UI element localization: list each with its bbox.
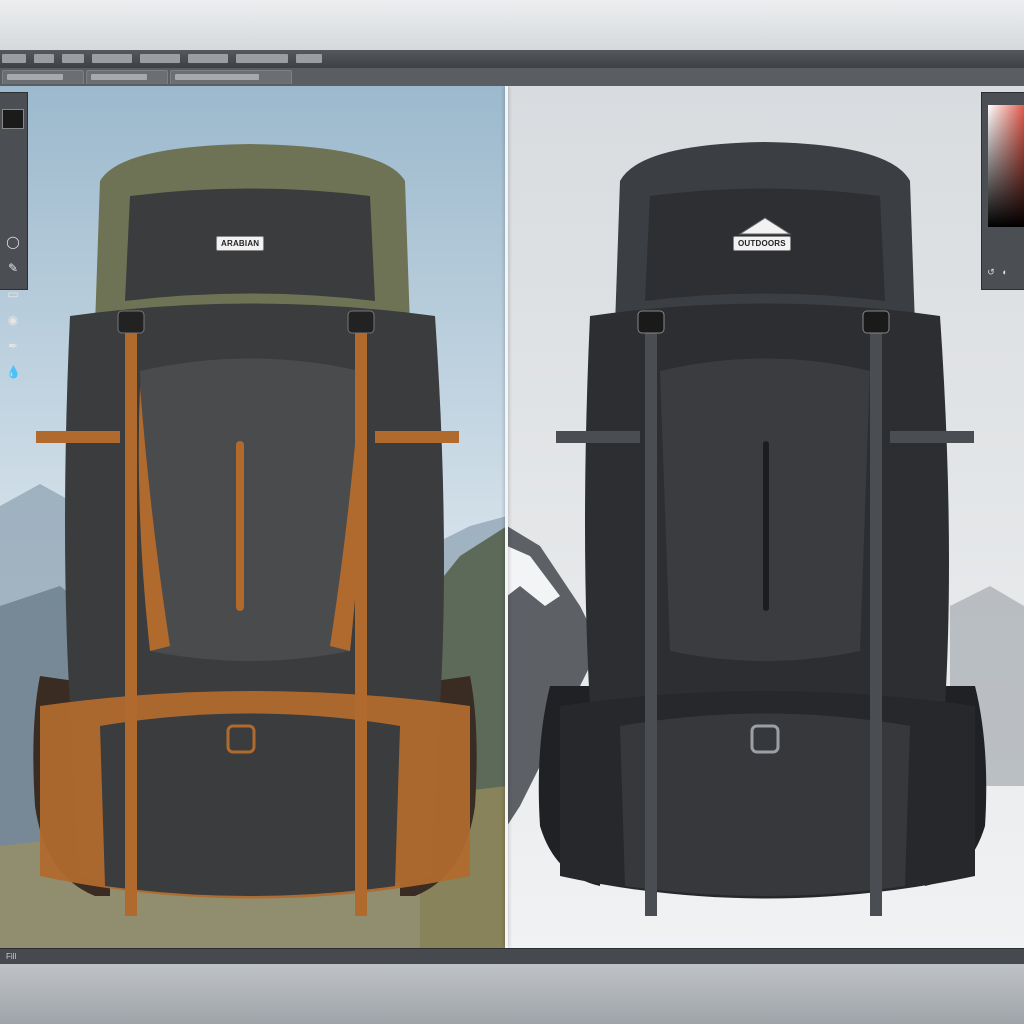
status-text: Fill (6, 952, 17, 961)
compare-divider[interactable] (505, 86, 508, 948)
backpack-left-buckle (117, 310, 145, 334)
adjust-icon[interactable]: ◐ (1000, 267, 1010, 277)
document-tab[interactable] (170, 70, 292, 84)
backpack-right-buckle (637, 310, 665, 334)
backpack-right-strap (645, 316, 657, 916)
backpack-left-zipper (236, 441, 244, 611)
history-icon[interactable]: ↺ (986, 267, 996, 277)
foreground-swatch[interactable] (2, 109, 24, 129)
menu-item[interactable] (188, 54, 228, 63)
color-picker-panel: ↺ ◐ (981, 92, 1024, 290)
menu-item[interactable] (62, 54, 84, 63)
bottom-frame (0, 964, 1024, 1024)
color-field[interactable] (988, 105, 1024, 227)
drop-icon[interactable]: 💧 (6, 365, 21, 379)
menu-item[interactable] (92, 54, 132, 63)
backpack-left-front-panel (140, 358, 360, 661)
backpack-right-side-strap (890, 431, 974, 443)
backpack-right-side-strap (556, 431, 640, 443)
menu-item[interactable] (140, 54, 180, 63)
backpack-left (33, 144, 477, 916)
menu-item[interactable] (2, 54, 26, 63)
backpack-right (538, 142, 987, 916)
menu-item[interactable] (236, 54, 288, 63)
document-tab-bar (0, 68, 1024, 87)
backpack-right-bottom-panel (620, 713, 910, 896)
document-tab[interactable] (86, 70, 168, 84)
menu-item[interactable] (34, 54, 54, 63)
status-bar: Fill (0, 948, 1024, 965)
backpack-right-zipper (763, 441, 769, 611)
backpack-left-side-strap (36, 431, 120, 443)
document-tab[interactable] (2, 70, 84, 84)
backpack-left-buckle (347, 310, 375, 334)
backpack-right-strap (870, 316, 882, 916)
backpack-left-strap (125, 316, 137, 916)
shape-icon[interactable]: ◉ (6, 313, 20, 327)
pen-icon[interactable]: ✒ (6, 339, 20, 353)
menu-item[interactable] (296, 54, 322, 63)
brand-label-right: OUTDOORS (733, 236, 791, 251)
backpack-right-buckle (862, 310, 890, 334)
menu-bar (0, 50, 1024, 69)
backpack-scene (0, 142, 1024, 948)
lasso-icon[interactable]: ◯ (6, 235, 20, 249)
brand-label-left: ARABIAN (216, 236, 265, 251)
eraser-icon[interactable]: ▭ (6, 287, 20, 301)
brush-icon[interactable]: ✎ (6, 261, 20, 275)
backpack-left-side-strap (375, 431, 459, 443)
top-backdrop (0, 0, 1024, 50)
tools-panel: ◯ ✎ ▭ ◉ ✒ 💧 (0, 92, 28, 379)
canvas-area[interactable]: ARABIAN OUTDOORS (0, 86, 1024, 948)
backpack-left-strap (355, 316, 367, 916)
